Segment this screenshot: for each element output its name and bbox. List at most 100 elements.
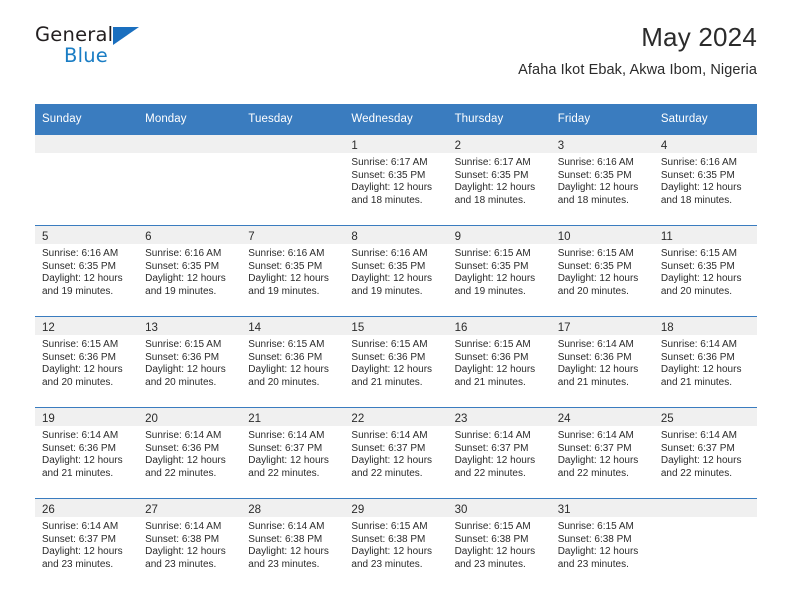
sunset-text: Sunset: 6:36 PM bbox=[660, 351, 735, 363]
sunset-text: Sunset: 6:38 PM bbox=[557, 533, 632, 545]
calendar-cell-day[interactable]: 6 Sunrise: 6:16 AM Sunset: 6:35 PM Daylight… bbox=[138, 225, 242, 317]
calendar-cell-day[interactable]: 8 Sunrise: 6:16 AM Sunset: 6:35 PM Daylight… bbox=[344, 225, 448, 317]
sunrise-text: Sunrise: 6:17 AM bbox=[454, 157, 531, 168]
day-number: 14 bbox=[248, 322, 262, 334]
day-cell: 16 Sunrise: 6:15 AM Sunset: 6:36 PM Dayligh… bbox=[447, 317, 551, 407]
day-number: 23 bbox=[454, 413, 468, 425]
day-detail: Sunrise: 6:16 AM Sunset: 6:35 PM Daylight:… bbox=[35, 244, 138, 298]
day-number-band: 3 bbox=[550, 135, 654, 153]
day-detail: Sunrise: 6:16 AM Sunset: 6:35 PM Daylight:… bbox=[241, 244, 344, 298]
day-number: 9 bbox=[454, 231, 461, 243]
day-number-band: 4 bbox=[653, 135, 757, 153]
day-cell: 3 Sunrise: 6:16 AM Sunset: 6:35 PM Daylight… bbox=[550, 135, 654, 225]
calendar-cell-day[interactable]: 12 Sunrise: 6:15 AM Sunset: 6:36 PM Dayligh… bbox=[35, 316, 139, 408]
calendar-cell-day[interactable]: 17 Sunrise: 6:14 AM Sunset: 6:36 PM Dayligh… bbox=[550, 316, 654, 408]
calendar-cell-day[interactable]: 1 Sunrise: 6:17 AM Sunset: 6:35 PM Daylight… bbox=[344, 134, 448, 226]
day-number-band: 10 bbox=[550, 226, 654, 244]
calendar-cell-day[interactable]: 25 Sunrise: 6:14 AM Sunset: 6:37 PM Dayligh… bbox=[653, 407, 757, 499]
daylight-text-line2: and 19 minutes. bbox=[351, 285, 423, 297]
day-detail: Sunrise: 6:15 AM Sunset: 6:36 PM Daylight:… bbox=[241, 335, 344, 389]
calendar-cell-day[interactable]: 21 Sunrise: 6:14 AM Sunset: 6:37 PM Dayligh… bbox=[241, 407, 345, 499]
day-cell: 18 Sunrise: 6:14 AM Sunset: 6:36 PM Dayligh… bbox=[653, 317, 757, 407]
calendar-cell-day[interactable]: 2 Sunrise: 6:17 AM Sunset: 6:35 PM Daylight… bbox=[447, 134, 551, 226]
day-number: 10 bbox=[557, 231, 571, 243]
sunrise-text: Sunrise: 6:14 AM bbox=[42, 430, 119, 441]
day-cell: 25 Sunrise: 6:14 AM Sunset: 6:37 PM Dayligh… bbox=[653, 408, 757, 498]
calendar-cell-day[interactable]: 5 Sunrise: 6:16 AM Sunset: 6:35 PM Daylight… bbox=[35, 225, 139, 317]
daylight-text-line1: Daylight: 12 hours bbox=[351, 455, 433, 467]
sunrise-text: Sunrise: 6:16 AM bbox=[660, 157, 737, 168]
calendar-cell-day[interactable]: 23 Sunrise: 6:14 AM Sunset: 6:37 PM Dayligh… bbox=[447, 407, 551, 499]
day-cell bbox=[35, 135, 139, 225]
calendar-cell-day[interactable]: 27 Sunrise: 6:14 AM Sunset: 6:38 PM Dayligh… bbox=[138, 498, 242, 589]
logo-triangle-icon bbox=[113, 27, 139, 45]
logo-text-blue: Blue bbox=[64, 44, 108, 67]
daylight-text-line2: and 18 minutes. bbox=[557, 194, 629, 206]
sunset-text: Sunset: 6:36 PM bbox=[248, 351, 323, 363]
generalblue-logo[interactable]: General Blue bbox=[35, 24, 165, 72]
calendar-page: General Blue May 2024 Afaha Ikot Ebak, A… bbox=[0, 0, 792, 612]
calendar-cell-day[interactable]: 31 Sunrise: 6:15 AM Sunset: 6:38 PM Dayligh… bbox=[550, 498, 654, 589]
daylight-text-line1: Daylight: 12 hours bbox=[660, 273, 742, 285]
calendar-cell-day[interactable]: 20 Sunrise: 6:14 AM Sunset: 6:36 PM Dayligh… bbox=[138, 407, 242, 499]
calendar-cell-day[interactable]: 19 Sunrise: 6:14 AM Sunset: 6:36 PM Dayligh… bbox=[35, 407, 139, 499]
calendar-cell-day[interactable]: 4 Sunrise: 6:16 AM Sunset: 6:35 PM Daylight… bbox=[653, 134, 757, 226]
day-number: 2 bbox=[454, 140, 461, 152]
sunrise-text: Sunrise: 6:16 AM bbox=[42, 248, 119, 259]
day-cell: 7 Sunrise: 6:16 AM Sunset: 6:35 PM Daylight… bbox=[241, 226, 345, 316]
calendar-cell-day[interactable]: 9 Sunrise: 6:15 AM Sunset: 6:35 PM Daylight… bbox=[447, 225, 551, 317]
calendar-cell-day[interactable]: 26 Sunrise: 6:14 AM Sunset: 6:37 PM Dayligh… bbox=[35, 498, 139, 589]
sunset-text: Sunset: 6:37 PM bbox=[248, 442, 323, 454]
calendar-cell-day[interactable]: 3 Sunrise: 6:16 AM Sunset: 6:35 PM Daylight… bbox=[550, 134, 654, 226]
sunset-text: Sunset: 6:35 PM bbox=[351, 169, 426, 181]
day-detail: Sunrise: 6:14 AM Sunset: 6:38 PM Daylight:… bbox=[241, 517, 344, 571]
daylight-text-line1: Daylight: 12 hours bbox=[248, 455, 329, 467]
calendar-cell-day[interactable]: 24 Sunrise: 6:14 AM Sunset: 6:37 PM Dayligh… bbox=[550, 407, 654, 499]
daylight-text-line1: Daylight: 12 hours bbox=[351, 364, 433, 376]
calendar-cell-day[interactable]: 10 Sunrise: 6:15 AM Sunset: 6:35 PM Dayligh… bbox=[550, 225, 654, 317]
day-number: 29 bbox=[351, 504, 365, 516]
calendar-cell-day[interactable]: 16 Sunrise: 6:15 AM Sunset: 6:36 PM Dayligh… bbox=[447, 316, 551, 408]
day-number-band: 11 bbox=[653, 226, 757, 244]
day-detail: Sunrise: 6:15 AM Sunset: 6:36 PM Daylight:… bbox=[35, 335, 138, 389]
weekday-header-saturday: Saturday bbox=[653, 104, 757, 135]
sunrise-text: Sunrise: 6:15 AM bbox=[557, 248, 634, 259]
daylight-text-line1: Daylight: 12 hours bbox=[351, 273, 433, 285]
calendar-cell-day[interactable]: 28 Sunrise: 6:14 AM Sunset: 6:38 PM Dayligh… bbox=[241, 498, 345, 589]
calendar-cell-day[interactable]: 22 Sunrise: 6:14 AM Sunset: 6:37 PM Dayligh… bbox=[344, 407, 448, 499]
calendar-cell-day[interactable]: 13 Sunrise: 6:15 AM Sunset: 6:36 PM Dayligh… bbox=[138, 316, 242, 408]
sunset-text: Sunset: 6:36 PM bbox=[145, 351, 220, 363]
calendar-cell-day[interactable]: 30 Sunrise: 6:15 AM Sunset: 6:38 PM Dayligh… bbox=[447, 498, 551, 589]
calendar-cell-day[interactable]: 7 Sunrise: 6:16 AM Sunset: 6:35 PM Daylight… bbox=[241, 225, 345, 317]
day-detail: Sunrise: 6:15 AM Sunset: 6:36 PM Daylight:… bbox=[138, 335, 241, 389]
sunrise-text: Sunrise: 6:15 AM bbox=[660, 248, 737, 259]
sunset-text: Sunset: 6:35 PM bbox=[557, 169, 632, 181]
day-cell: 11 Sunrise: 6:15 AM Sunset: 6:35 PM Dayligh… bbox=[653, 226, 757, 316]
day-number-band bbox=[653, 499, 757, 517]
day-detail: Sunrise: 6:16 AM Sunset: 6:35 PM Daylight:… bbox=[654, 153, 757, 207]
day-cell: 12 Sunrise: 6:15 AM Sunset: 6:36 PM Dayligh… bbox=[35, 317, 139, 407]
daylight-text-line1: Daylight: 12 hours bbox=[454, 273, 536, 285]
day-detail: Sunrise: 6:16 AM Sunset: 6:35 PM Daylight:… bbox=[551, 153, 654, 207]
calendar-cell-day[interactable]: 11 Sunrise: 6:15 AM Sunset: 6:35 PM Dayligh… bbox=[653, 225, 757, 317]
daylight-text-line1: Daylight: 12 hours bbox=[454, 182, 536, 194]
sunrise-text: Sunrise: 6:15 AM bbox=[145, 339, 222, 350]
day-number: 30 bbox=[454, 504, 468, 516]
daylight-text-line2: and 23 minutes. bbox=[351, 558, 423, 570]
calendar-cell-day[interactable]: 18 Sunrise: 6:14 AM Sunset: 6:36 PM Dayligh… bbox=[653, 316, 757, 408]
calendar-cell-day[interactable]: 29 Sunrise: 6:15 AM Sunset: 6:38 PM Dayligh… bbox=[344, 498, 448, 589]
calendar-week-row: 1 Sunrise: 6:17 AM Sunset: 6:35 PM Daylight… bbox=[35, 134, 757, 226]
daylight-text-line2: and 19 minutes. bbox=[42, 285, 114, 297]
day-cell: 17 Sunrise: 6:14 AM Sunset: 6:36 PM Dayligh… bbox=[550, 317, 654, 407]
day-number: 24 bbox=[557, 413, 571, 425]
calendar-cell-day[interactable]: 14 Sunrise: 6:15 AM Sunset: 6:36 PM Dayligh… bbox=[241, 316, 345, 408]
day-detail: Sunrise: 6:14 AM Sunset: 6:37 PM Daylight:… bbox=[344, 426, 447, 480]
day-number-band: 5 bbox=[35, 226, 139, 244]
weekday-header-sunday: Sunday bbox=[35, 104, 139, 135]
daylight-text-line1: Daylight: 12 hours bbox=[42, 546, 123, 558]
sunset-text: Sunset: 6:35 PM bbox=[145, 260, 220, 272]
day-number: 7 bbox=[248, 231, 255, 243]
sunset-text: Sunset: 6:36 PM bbox=[557, 351, 632, 363]
calendar-cell-day[interactable]: 15 Sunrise: 6:15 AM Sunset: 6:36 PM Dayligh… bbox=[344, 316, 448, 408]
sunrise-text: Sunrise: 6:17 AM bbox=[351, 157, 428, 168]
